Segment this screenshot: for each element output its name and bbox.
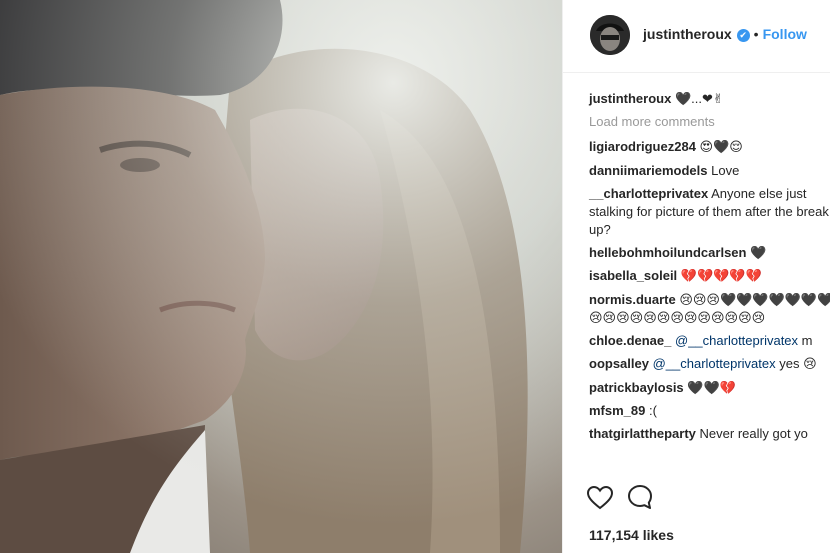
couple-photo-illustration — [0, 0, 562, 553]
comment-username[interactable]: thatgirlattheparty — [589, 426, 696, 441]
comment-username[interactable]: danniimariemodels — [589, 163, 707, 178]
comment-item: ligiarodriguez284 😍🖤😌 — [589, 138, 830, 156]
comment-item: isabella_soleil 💔💔💔💔💔 — [589, 267, 830, 285]
comment-text: 😍🖤😌 — [699, 139, 743, 155]
comment-bubble-icon — [628, 485, 653, 509]
comment-text: 💔💔💔💔💔 — [680, 268, 762, 284]
comment-item: oopsalley @__charlotteprivatex yes 😢 — [589, 355, 830, 373]
comment-username[interactable]: normis.duarte — [589, 292, 676, 307]
verified-badge-icon: ✔ — [736, 29, 750, 42]
comment-username[interactable]: oopsalley — [589, 356, 649, 371]
comment-username[interactable]: ligiarodriguez284 — [589, 139, 696, 154]
comment-username[interactable]: hellebohmhoilundcarlsen — [589, 245, 746, 260]
load-more-link[interactable]: Load more comments — [589, 114, 715, 129]
caption-text: 🖤...❤✌ — [674, 91, 724, 106]
comment-text: :( — [649, 402, 657, 418]
load-more-comments[interactable]: Load more comments — [589, 113, 830, 131]
comments-list: justintheroux 🖤...❤✌ Load more comments … — [589, 90, 830, 449]
comment-username[interactable]: mfsm_89 — [589, 403, 645, 418]
comment-item: chloe.denae_ @__charlotteprivatex m — [589, 332, 830, 350]
profile-picture — [590, 15, 630, 55]
comment-username[interactable]: isabella_soleil — [589, 268, 677, 283]
comment-text: Love — [711, 162, 740, 178]
comment-text: Never really got yo — [699, 426, 808, 442]
comment-username[interactable]: __charlotteprivatex — [589, 186, 708, 201]
caption: justintheroux 🖤...❤✌ — [589, 90, 830, 108]
post-header: justintheroux ✔ • Follow — [563, 0, 830, 73]
comment-item: danniimariemodels Love — [589, 162, 830, 180]
comment-button[interactable] — [627, 484, 653, 515]
comment-item: thatgirlattheparty Never really got yo — [589, 425, 830, 443]
comment-item: normis.duarte 😢😢😢🖤🖤🖤🖤🖤🖤🖤 😢😢😢😢😢😢😢😢😢😢😢😢😢 — [589, 291, 830, 327]
comment-item: mfsm_89 :( — [589, 402, 830, 420]
header-user-line: justintheroux ✔ • Follow — [643, 26, 807, 42]
comment-username[interactable]: patrickbaylosis — [589, 380, 684, 395]
likes-count[interactable]: 117,154 likes — [589, 527, 674, 543]
like-button[interactable] — [586, 485, 614, 515]
post-actions — [586, 484, 663, 515]
heart-outline-icon — [586, 485, 614, 510]
comment-text: yes 😢 — [779, 356, 817, 372]
comment-mention[interactable]: @__charlotteprivatex — [675, 333, 798, 348]
separator-dot: • — [753, 26, 759, 42]
header-username[interactable]: justintheroux — [643, 26, 732, 42]
comment-item: __charlotteprivatex Anyone else just sta… — [589, 185, 830, 239]
caption-username[interactable]: justintheroux — [589, 91, 671, 106]
post-photo[interactable] — [0, 0, 562, 553]
comment-text: 🖤 — [750, 245, 767, 261]
avatar[interactable] — [590, 15, 630, 55]
comment-text: 🖤🖤💔 — [687, 379, 736, 395]
comment-text: m — [801, 333, 813, 349]
post-side-panel: justintheroux ✔ • Follow justintheroux 🖤...… — [562, 0, 830, 553]
follow-button[interactable]: Follow — [763, 26, 807, 42]
comment-mention[interactable]: @__charlotteprivatex — [653, 356, 776, 371]
comment-item: patrickbaylosis 🖤🖤💔 — [589, 379, 830, 397]
comment-username[interactable]: chloe.denae_ — [589, 333, 671, 348]
comment-item: hellebohmhoilundcarlsen 🖤 — [589, 244, 830, 262]
